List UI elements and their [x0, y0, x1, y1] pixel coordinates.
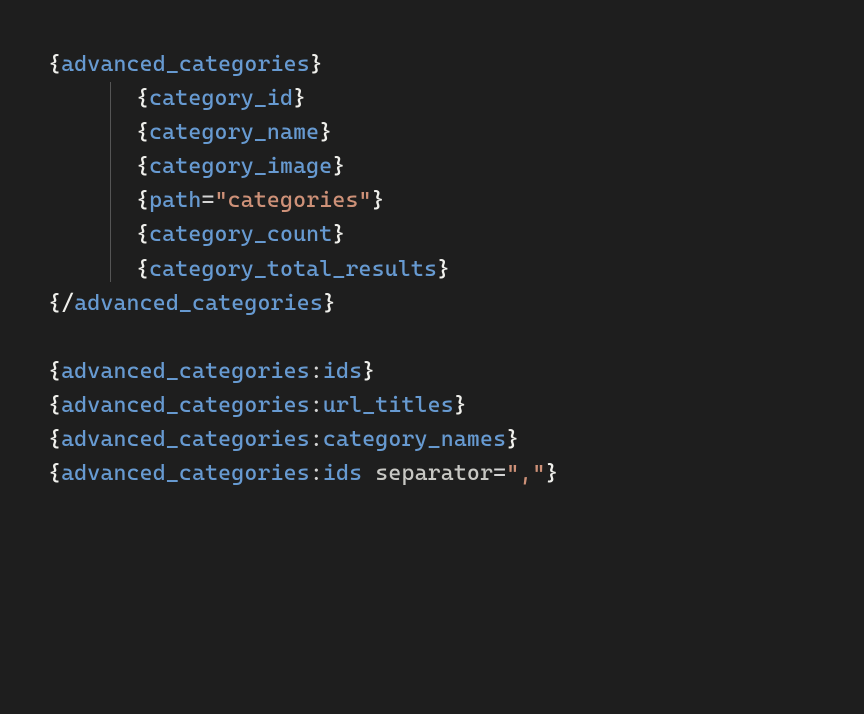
token-modifier: url_titles [323, 393, 454, 418]
token-tag: advanced_categories [74, 291, 323, 316]
token-brace: } [310, 52, 323, 77]
token-brace: { [48, 461, 61, 486]
token-brace: { [48, 291, 61, 316]
token-brace: { [48, 359, 61, 384]
token-eq: = [493, 461, 506, 486]
token-tag: path [149, 188, 201, 213]
code-line[interactable]: {advanced_categories:url_titles} [48, 389, 828, 423]
code-line[interactable]: {/advanced_categories} [48, 287, 828, 321]
token-brace: } [454, 393, 467, 418]
blank-line [48, 321, 828, 355]
token-brace: { [136, 154, 149, 179]
token-brace: } [506, 427, 519, 452]
token-tag: category_count [149, 222, 332, 247]
token-space [362, 461, 375, 486]
code-block[interactable]: {advanced_categories}{category_id}{categ… [48, 48, 828, 491]
token-brace: { [136, 188, 149, 213]
token-brace: { [48, 393, 61, 418]
code-line[interactable]: {category_image} [48, 150, 828, 184]
token-tag: category_image [149, 154, 332, 179]
token-brace: } [437, 257, 450, 282]
token-brace: { [136, 222, 149, 247]
token-tag: category_id [149, 86, 293, 111]
code-line[interactable]: {advanced_categories:ids separator=","} [48, 457, 828, 491]
token-brace: } [332, 222, 345, 247]
code-line[interactable]: {category_total_results} [48, 253, 828, 287]
token-brace: } [293, 86, 306, 111]
token-brace: { [136, 86, 149, 111]
code-line[interactable]: {advanced_categories} [48, 48, 828, 82]
token-brace: { [136, 120, 149, 145]
token-str: "," [506, 461, 545, 486]
token-tag: advanced_categories [61, 393, 310, 418]
token-brace: } [319, 120, 332, 145]
token-brace: { [48, 427, 61, 452]
token-modifier: category_names [323, 427, 506, 452]
code-line[interactable]: {advanced_categories:ids} [48, 355, 828, 389]
token-tag: category_name [149, 120, 319, 145]
token-tag: category_total_results [149, 257, 437, 282]
code-line[interactable]: {advanced_categories:category_names} [48, 423, 828, 457]
token-brace: } [546, 461, 559, 486]
token-eq: = [201, 188, 214, 213]
token-colon: : [310, 461, 323, 486]
token-colon: : [310, 359, 323, 384]
token-str: "categories" [215, 188, 372, 213]
token-brace: } [323, 291, 336, 316]
token-tag: advanced_categories [61, 359, 310, 384]
token-colon: : [310, 427, 323, 452]
code-line[interactable]: {category_id} [48, 82, 828, 116]
token-slash: / [61, 291, 74, 316]
token-brace: } [362, 359, 375, 384]
token-modifier: ids [323, 461, 362, 486]
token-brace: { [48, 52, 61, 77]
token-brace: } [372, 188, 385, 213]
token-tag: advanced_categories [61, 461, 310, 486]
token-attrname2: separator [375, 461, 493, 486]
token-colon: : [310, 393, 323, 418]
code-line[interactable]: {path="categories"} [48, 184, 828, 218]
token-tag: advanced_categories [61, 427, 310, 452]
token-tag: advanced_categories [61, 52, 310, 77]
token-brace: } [332, 154, 345, 179]
token-brace: { [136, 257, 149, 282]
code-line[interactable]: {category_name} [48, 116, 828, 150]
token-modifier: ids [323, 359, 362, 384]
code-line[interactable]: {category_count} [48, 218, 828, 252]
